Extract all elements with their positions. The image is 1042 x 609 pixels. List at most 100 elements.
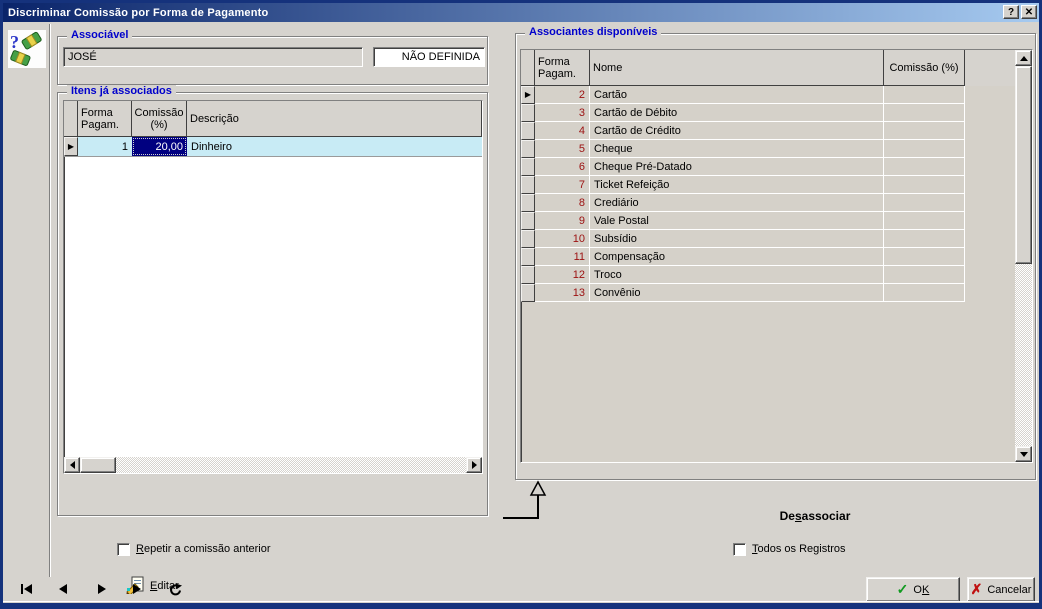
svg-text:?: ?: [10, 32, 19, 52]
horizontal-scrollbar[interactable]: [64, 457, 482, 473]
comissao-cell: [884, 158, 965, 176]
comissao-cell: [884, 212, 965, 230]
associavel-status-field: NÃO DEFINIDA: [373, 47, 485, 67]
associantes-grid: Forma Pagam. Nome Comissão (%) ▶ 2 Cartã…: [520, 49, 1033, 463]
nav-prior-button[interactable]: [50, 578, 78, 600]
checkbox-box[interactable]: [117, 542, 130, 556]
nome-cell: Cartão de Débito: [590, 104, 884, 122]
nav-refresh-button[interactable]: [161, 578, 189, 600]
nav-next-button[interactable]: [87, 578, 115, 600]
scroll-right-button[interactable]: [466, 457, 482, 473]
row-selector[interactable]: [521, 266, 535, 284]
row-selector[interactable]: ▶: [521, 86, 535, 104]
cross-icon: ✗: [970, 581, 983, 597]
forma-cell: 4: [535, 122, 590, 140]
associantes-grid-header: Forma Pagam. Nome Comissão (%): [521, 50, 1032, 86]
vertical-scrollbar[interactable]: [1015, 50, 1032, 462]
row-selector[interactable]: [521, 140, 535, 158]
comissao-cell: [884, 104, 965, 122]
forma-cell: 10: [535, 230, 590, 248]
table-row[interactable]: 4 Cartão de Crédito: [521, 122, 1032, 140]
table-row[interactable]: 7 Ticket Refeição: [521, 176, 1032, 194]
ok-button-label: OK: [913, 583, 930, 596]
scrollbar-track[interactable]: [116, 457, 466, 473]
cancel-button[interactable]: ✗ Cancelar: [967, 577, 1035, 602]
comissao-cell: [884, 140, 965, 158]
table-row[interactable]: 11 Compensação: [521, 248, 1032, 266]
itens-grid: Forma Pagam. Comissão (%) Descrição ▶ 1 …: [63, 100, 483, 474]
table-row[interactable]: 8 Crediário: [521, 194, 1032, 212]
nome-cell: Subsídio: [590, 230, 884, 248]
ok-button[interactable]: ✓ OK: [866, 577, 960, 602]
table-row[interactable]: 3 Cartão de Débito: [521, 104, 1032, 122]
forma-cell: 11: [535, 248, 590, 266]
itens-grid-header: Forma Pagam. Comissão (%) Descrição: [64, 101, 482, 137]
nome-cell: Cheque: [590, 140, 884, 158]
nav-first-button[interactable]: [13, 578, 41, 600]
comissao-cell: [884, 248, 965, 266]
scrollbar-track[interactable]: [1015, 264, 1032, 446]
table-row[interactable]: 6 Cheque Pré-Datado: [521, 158, 1032, 176]
help-icon: ?: [1007, 6, 1015, 18]
table-row[interactable]: 12 Troco: [521, 266, 1032, 284]
forma-cell: 12: [535, 266, 590, 284]
titlebar[interactable]: Discriminar Comissão por Forma de Pagame…: [3, 3, 1039, 22]
table-row[interactable]: 13 Convênio: [521, 284, 1032, 302]
comissao-cell: [884, 284, 965, 302]
table-row[interactable]: ▶ 1 20,00 Dinheiro: [64, 137, 482, 157]
current-row-icon: ▶: [524, 90, 532, 99]
checkbox-box[interactable]: [733, 542, 746, 556]
selector-column-header: [64, 101, 78, 137]
row-selector[interactable]: [521, 194, 535, 212]
scroll-up-button[interactable]: [1015, 50, 1032, 66]
help-button[interactable]: ?: [1003, 5, 1019, 19]
scrollbar-thumb[interactable]: [80, 457, 116, 473]
repetir-checkbox[interactable]: Repetir a comissão anterior: [117, 542, 271, 556]
scroll-right-icon: [471, 461, 481, 469]
repetir-checkbox-label: Repetir a comissão anterior: [136, 543, 271, 555]
check-icon: ✓: [896, 581, 909, 597]
scroll-left-button[interactable]: [64, 457, 80, 473]
row-selector[interactable]: [521, 230, 535, 248]
scroll-down-button[interactable]: [1015, 446, 1032, 462]
comissao-cell: [884, 230, 965, 248]
nome-cell: Cartão de Crédito: [590, 122, 884, 140]
row-selector[interactable]: ▶: [64, 137, 78, 156]
nome-cell: Ticket Refeição: [590, 176, 884, 194]
table-row[interactable]: 9 Vale Postal: [521, 212, 1032, 230]
descricao-cell: Dinheiro: [191, 140, 232, 153]
comissao-cell[interactable]: 20,00: [132, 137, 187, 156]
col-header-nome: Nome: [590, 50, 884, 86]
associantes-group: Associantes disponíveis Forma Pagam. Nom…: [515, 26, 1036, 480]
row-selector[interactable]: [521, 212, 535, 230]
forma-cell: 3: [535, 104, 590, 122]
comissao-cell: [884, 176, 965, 194]
nav-last-button[interactable]: [124, 578, 152, 600]
forma-cell: 9: [535, 212, 590, 230]
window-title: Discriminar Comissão por Forma de Pagame…: [8, 6, 269, 19]
nome-cell: Convênio: [590, 284, 884, 302]
forma-cell: 7: [535, 176, 590, 194]
row-selector[interactable]: [521, 284, 535, 302]
row-selector[interactable]: [521, 248, 535, 266]
comissao-cell: [884, 266, 965, 284]
table-row[interactable]: 10 Subsídio: [521, 230, 1032, 248]
todos-registros-checkbox[interactable]: Todos os Registros: [733, 542, 846, 556]
table-row[interactable]: ▶ 2 Cartão: [521, 86, 1032, 104]
selector-column-header: [521, 50, 535, 86]
row-selector[interactable]: [521, 158, 535, 176]
table-row[interactable]: 5 Cheque: [521, 140, 1032, 158]
row-selector[interactable]: [521, 176, 535, 194]
close-button[interactable]: ✕: [1021, 5, 1037, 19]
row-selector[interactable]: [521, 104, 535, 122]
scrollbar-thumb[interactable]: [1015, 66, 1032, 264]
associavel-group: Associável JOSÉ NÃO DEFINIDA: [57, 29, 488, 85]
comissao-cell: [884, 122, 965, 140]
col-header-forma-pagam: Forma Pagam.: [78, 101, 132, 137]
row-selector[interactable]: [521, 122, 535, 140]
nome-cell: Vale Postal: [590, 212, 884, 230]
bottom-edge: [3, 601, 1039, 603]
associavel-name-field[interactable]: JOSÉ: [63, 47, 363, 67]
help-money-icon: ?: [8, 30, 46, 68]
close-icon: ✕: [1024, 6, 1034, 18]
